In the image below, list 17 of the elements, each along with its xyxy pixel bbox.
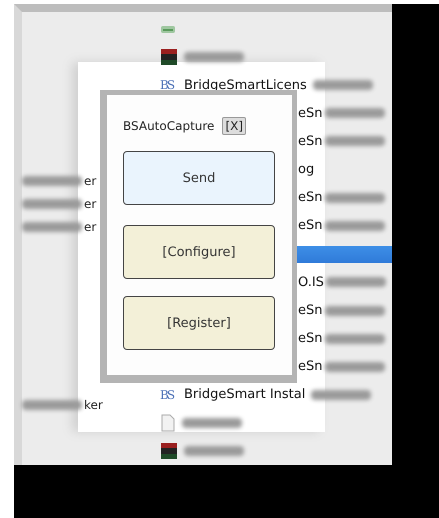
file-name: eSn bbox=[298, 303, 322, 318]
item-label: er bbox=[84, 196, 96, 210]
dialog-title: BSAutoCapture bbox=[123, 119, 214, 133]
file-name: eSn bbox=[298, 359, 322, 374]
item-label: er bbox=[84, 174, 96, 188]
file-name: eSn bbox=[298, 106, 322, 121]
file-name: eSn bbox=[298, 331, 322, 346]
file-name: eSn bbox=[298, 134, 322, 149]
item-label: er bbox=[84, 220, 96, 234]
app-logo-icon: BS bbox=[160, 388, 178, 402]
file-name: eSn bbox=[298, 218, 322, 234]
file-name: O.IS bbox=[298, 274, 324, 290]
item-label: ker bbox=[84, 398, 103, 412]
app-logo-icon: BS bbox=[160, 78, 178, 92]
file-name: eSn bbox=[298, 190, 322, 206]
file-name: BridgeSmart Instal bbox=[184, 387, 306, 402]
file-name: BridgeSmartLicens bbox=[184, 78, 307, 93]
